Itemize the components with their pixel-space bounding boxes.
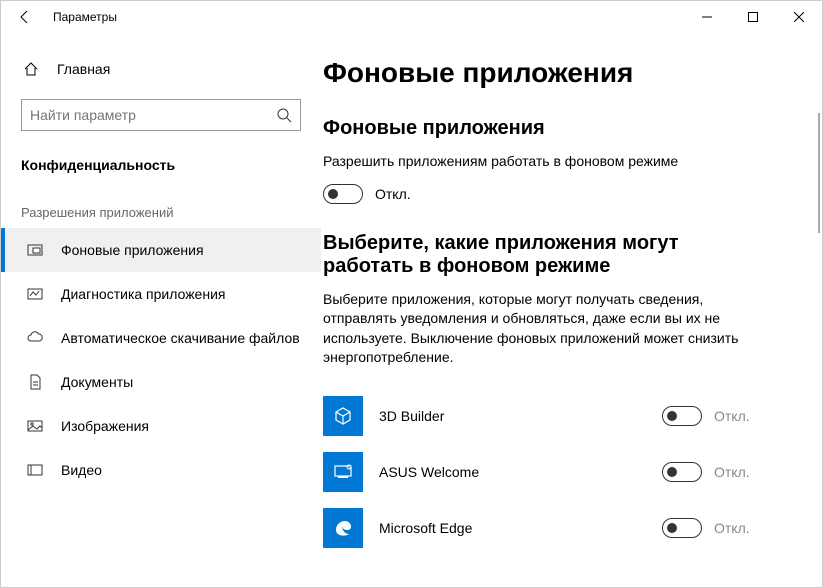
search-input[interactable] xyxy=(30,107,276,123)
app-row: 3D Builder Откл. xyxy=(323,388,792,444)
nav-video[interactable]: Видео xyxy=(1,448,321,492)
home-label: Главная xyxy=(57,61,110,77)
nav-item-label: Фоновые приложения xyxy=(61,242,204,258)
nav-item-label: Изображения xyxy=(61,418,149,434)
documents-icon xyxy=(25,374,45,390)
nav-documents[interactable]: Документы xyxy=(1,360,321,404)
master-toggle-state: Откл. xyxy=(375,186,411,202)
close-button[interactable] xyxy=(776,1,822,33)
maximize-button[interactable] xyxy=(730,1,776,33)
master-toggle[interactable] xyxy=(323,184,363,204)
search-box[interactable] xyxy=(21,99,301,131)
section-description: Выберите приложения, которые могут получ… xyxy=(323,290,753,368)
video-icon xyxy=(25,462,45,478)
section-title: Выберите, какие приложения могут работат… xyxy=(323,232,753,278)
app-toggle[interactable] xyxy=(662,462,702,482)
search-icon xyxy=(276,107,292,123)
background-apps-icon xyxy=(25,242,45,258)
section-title: Фоновые приложения xyxy=(323,117,792,140)
app-icon-asus-welcome xyxy=(323,452,363,492)
app-icon-3d-builder xyxy=(323,396,363,436)
app-name: Microsoft Edge xyxy=(379,520,662,536)
nav-item-label: Документы xyxy=(61,374,133,390)
group-header: Разрешения приложений xyxy=(1,181,321,228)
nav-item-label: Диагностика приложения xyxy=(61,286,225,302)
nav-pictures[interactable]: Изображения xyxy=(1,404,321,448)
diagnostics-icon xyxy=(25,286,45,302)
back-button[interactable] xyxy=(9,1,41,33)
category-title: Конфиденциальность xyxy=(1,141,321,181)
nav-item-label: Видео xyxy=(61,462,102,478)
scrollbar[interactable] xyxy=(818,113,820,233)
app-toggle-state: Откл. xyxy=(714,408,750,424)
app-row: Microsoft Edge Откл. xyxy=(323,500,792,556)
minimize-button[interactable] xyxy=(684,1,730,33)
app-toggle[interactable] xyxy=(662,518,702,538)
nav-item-label: Автоматическое скачивание файлов xyxy=(61,330,300,346)
app-toggle-state: Откл. xyxy=(714,520,750,536)
nav-background-apps[interactable]: Фоновые приложения xyxy=(1,228,321,272)
app-name: ASUS Welcome xyxy=(379,464,662,480)
cloud-download-icon xyxy=(25,330,45,346)
window-title: Параметры xyxy=(53,10,117,24)
home-icon xyxy=(21,61,41,77)
app-toggle[interactable] xyxy=(662,406,702,426)
pictures-icon xyxy=(25,418,45,434)
home-nav[interactable]: Главная xyxy=(1,49,321,89)
section-description: Разрешить приложениям работать в фоновом… xyxy=(323,152,792,172)
app-icon-microsoft-edge xyxy=(323,508,363,548)
nav-auto-downloads[interactable]: Автоматическое скачивание файлов xyxy=(1,316,321,360)
app-row: ASUS Welcome Откл. xyxy=(323,444,792,500)
page-heading: Фоновые приложения xyxy=(323,57,792,89)
app-name: 3D Builder xyxy=(379,408,662,424)
app-toggle-state: Откл. xyxy=(714,464,750,480)
nav-app-diagnostics[interactable]: Диагностика приложения xyxy=(1,272,321,316)
